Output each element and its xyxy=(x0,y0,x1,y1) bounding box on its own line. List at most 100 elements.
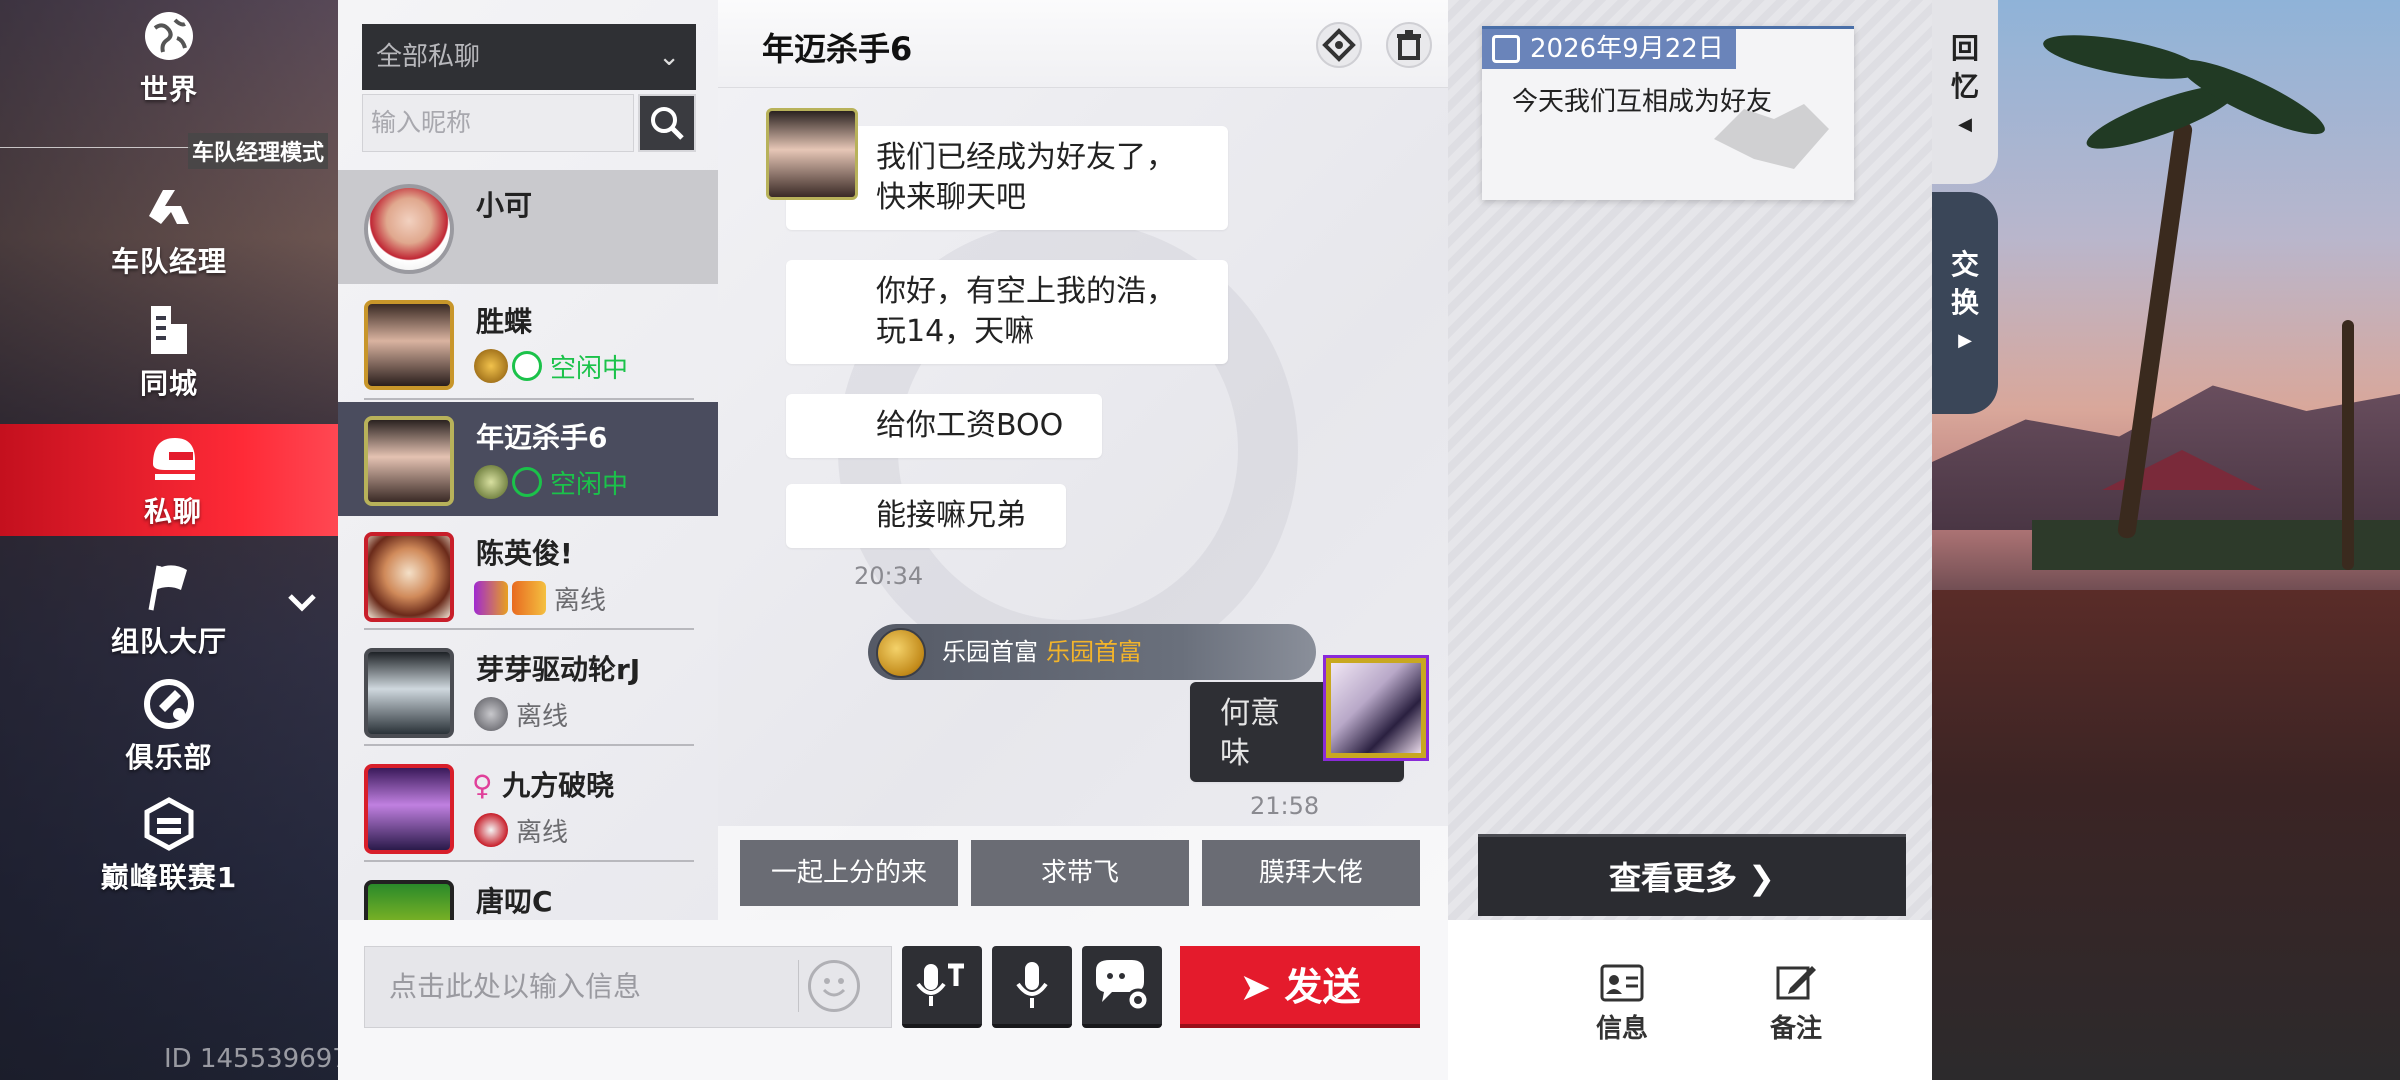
chat-panel: 年迈杀手6 我们已经成为好友了， 快来聊天吧 你好，有空上我的浩， 玩14，天嘛… xyxy=(718,0,1448,920)
contact-badges: 离线 xyxy=(474,696,568,732)
divider xyxy=(364,744,694,746)
scenery-background xyxy=(1932,0,2400,1080)
nav-label: 组队大厅 xyxy=(110,625,227,658)
my-avatar[interactable] xyxy=(1323,655,1429,761)
contact-name: 年迈杀手6 xyxy=(476,421,608,454)
send-label: 发送 xyxy=(1284,965,1361,1009)
tab-label: 信息 xyxy=(1595,1014,1648,1044)
smiley-icon xyxy=(822,978,846,997)
contact-row[interactable]: 芽芽驱动轮rJ 离线 xyxy=(338,634,718,748)
avatar xyxy=(364,416,454,506)
message-text: 给你工资BOO xyxy=(876,408,1064,443)
message-text: 我们已经成为好友了， xyxy=(876,140,1176,175)
club-icon xyxy=(144,679,194,729)
peer-avatar[interactable] xyxy=(766,108,858,200)
search-icon xyxy=(651,107,684,140)
side-tab-label: 回 xyxy=(1950,32,1979,65)
tab-info[interactable]: 信息 xyxy=(1582,964,1662,1045)
scroll-down-icon[interactable]: ⌄ xyxy=(508,886,531,919)
deck xyxy=(1932,590,2400,1080)
nav-item-league[interactable]: 巅峰联赛1 xyxy=(0,796,338,896)
contact-row[interactable]: 年迈杀手6 空闲中 xyxy=(338,402,718,516)
contact-status: 离线 xyxy=(554,585,607,616)
avatar xyxy=(364,184,454,274)
contact-name: 胜蝶 xyxy=(476,305,533,338)
contact-row[interactable]: 胜蝶 空闲中 xyxy=(338,286,718,400)
message-text: 快来聊天吧 xyxy=(876,180,1026,215)
rank-badge-icon xyxy=(474,813,508,847)
quick-reply-button[interactable]: 膜拜大佬 xyxy=(1202,840,1420,906)
chevron-down-icon: ⌄ xyxy=(658,42,680,72)
nav-label: 巅峰联赛1 xyxy=(100,861,238,894)
nav-label: 同城 xyxy=(139,367,198,400)
delete-chat-button[interactable] xyxy=(1386,22,1432,68)
idle-status-icon xyxy=(512,467,542,497)
edit-icon xyxy=(1776,966,1816,1000)
voice-message-button[interactable] xyxy=(992,946,1072,1028)
tab-label: 备注 xyxy=(1769,1014,1822,1044)
trash-icon xyxy=(1397,30,1421,60)
nickname-search-input[interactable]: 输入昵称 xyxy=(362,94,634,152)
avatar xyxy=(364,648,454,738)
contact-badges: 离线 xyxy=(474,580,606,616)
contact-badges: 空闲中 xyxy=(474,464,628,500)
avatar xyxy=(364,532,454,622)
nav-item-private-chat[interactable]: 私聊 xyxy=(0,424,346,536)
message-timestamp: 21:58 xyxy=(1250,792,1320,820)
report-button[interactable] xyxy=(1316,22,1362,68)
emoji-button[interactable] xyxy=(808,960,860,1012)
view-more-button[interactable]: 查看更多 ❯ xyxy=(1478,834,1906,916)
nav-item-city[interactable]: 同城 xyxy=(0,302,338,402)
voice-to-text-button[interactable] xyxy=(902,946,982,1028)
calendar-icon xyxy=(1492,35,1520,63)
rank-badge-icon xyxy=(474,349,508,383)
id-card-icon xyxy=(1600,964,1644,1002)
mountains xyxy=(1932,385,2400,530)
message-bubble: 给你工资BOO xyxy=(786,394,1102,458)
chat-settings-button[interactable] xyxy=(1082,946,1162,1028)
chevron-right-icon: ❯ xyxy=(1748,859,1775,897)
memory-card[interactable]: 2026年9月22日 今天我们互相成为好友 xyxy=(1482,26,1854,200)
exchange-side-tab[interactable]: 交 换 ▶ xyxy=(1932,192,1998,414)
globe-icon xyxy=(145,12,193,60)
nav-label: 私聊 xyxy=(143,495,202,528)
quick-reply-button[interactable]: 一起上分的来 xyxy=(740,840,958,906)
microphone-icon xyxy=(1016,962,1048,1008)
avatar xyxy=(364,764,454,854)
voice-text-icon xyxy=(916,963,964,1006)
send-button[interactable]: ➤ 发送 xyxy=(1180,946,1420,1028)
helmet-icon xyxy=(153,438,195,480)
tab-notes[interactable]: 备注 xyxy=(1756,964,1836,1045)
nav-item-club[interactable]: 俱乐部 xyxy=(0,676,338,776)
message-timestamp: 20:34 xyxy=(854,562,924,590)
contact-name: 小可 xyxy=(476,189,533,222)
nav-item-world[interactable]: 世界 xyxy=(0,8,338,108)
contact-status: 空闲中 xyxy=(550,353,629,384)
title-badge-gold-text: 乐园首富 xyxy=(1046,638,1142,666)
palm-tree xyxy=(2342,320,2354,570)
contact-row[interactable]: 小可 xyxy=(338,170,718,284)
memory-side-tab[interactable]: 回 忆 ◀ xyxy=(1932,0,1998,184)
quick-reply-button[interactable]: 求带飞 xyxy=(971,840,1189,906)
search-button[interactable] xyxy=(638,94,696,152)
chat-filter-dropdown[interactable]: 全部私聊 ⌄ xyxy=(362,24,696,90)
divider xyxy=(364,628,694,630)
coin-icon xyxy=(876,628,926,678)
contact-row[interactable]: ♀ 九方破晓 离线 xyxy=(338,750,718,864)
palm-frond xyxy=(2040,26,2204,88)
mode-divider xyxy=(0,147,190,148)
rank-badge-icon xyxy=(474,465,508,499)
contact-status: 离线 xyxy=(516,701,569,732)
divider xyxy=(364,860,694,862)
message-placeholder: 点击此处以输入信息 xyxy=(389,970,642,1003)
nav-label: 世界 xyxy=(139,73,198,106)
contact-status: 离线 xyxy=(516,817,569,848)
divider xyxy=(364,398,694,400)
contact-row[interactable]: 陈英俊! 离线 xyxy=(338,518,718,632)
contact-list-panel: 全部私聊 ⌄ 输入昵称 小可 胜蝶 空闲中 年迈杀手6 空闲中 陈英俊! 离线 … xyxy=(338,0,718,920)
chevron-down-icon[interactable] xyxy=(286,592,318,614)
manager-icon xyxy=(149,190,189,224)
handshake-icon xyxy=(1714,104,1829,169)
nav-item-manager[interactable]: 车队经理 xyxy=(0,180,338,280)
female-icon: ♀ xyxy=(472,769,493,802)
